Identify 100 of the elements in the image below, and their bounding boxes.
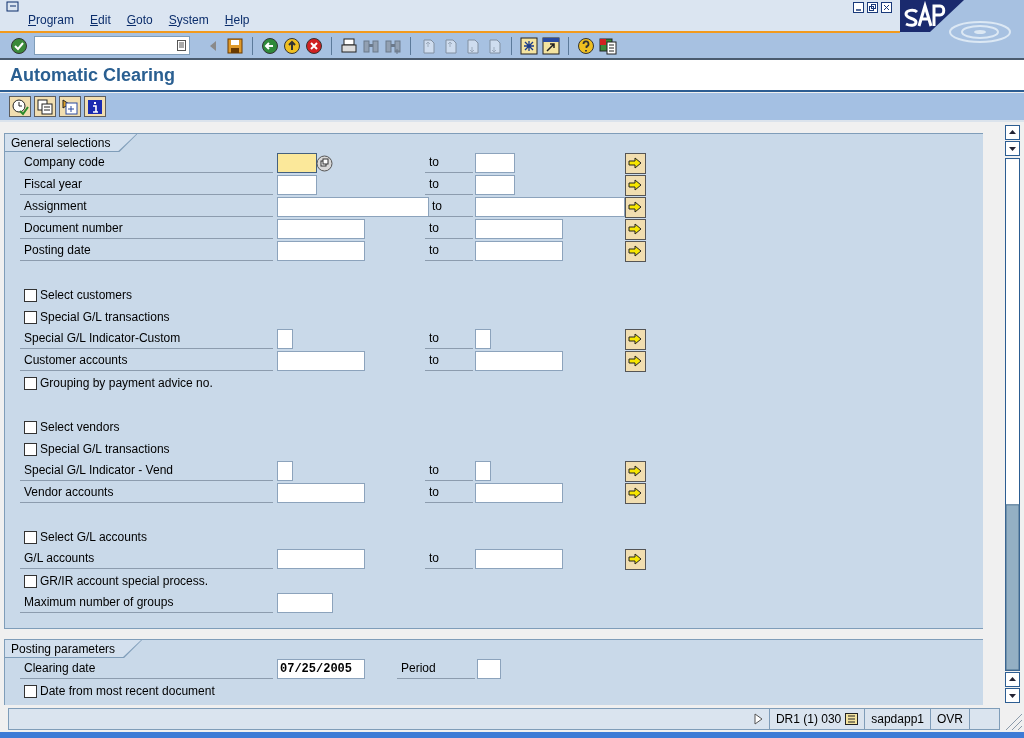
to-input[interactable] <box>475 175 515 195</box>
from-input[interactable] <box>277 175 317 195</box>
arrow-right-icon <box>628 463 643 479</box>
checkbox[interactable] <box>24 420 37 434</box>
multiple-selection-button[interactable] <box>625 152 646 174</box>
field-label: Maximum number of groups <box>20 593 273 613</box>
to-input[interactable] <box>475 461 491 481</box>
triangle-right-icon[interactable] <box>753 712 763 725</box>
checkbox-option[interactable]: Select vendors <box>20 420 120 434</box>
dropdown-icon[interactable] <box>177 40 186 51</box>
checkbox-option[interactable]: Grouping by payment advice no. <box>20 376 213 390</box>
to-label: to <box>425 549 473 569</box>
printer-icon[interactable] <box>340 36 358 55</box>
info-button[interactable] <box>84 96 106 117</box>
field-label: Company code <box>20 153 273 173</box>
to-label: to <box>425 329 473 349</box>
list-icon[interactable] <box>845 712 859 725</box>
shortcut-icon[interactable] <box>542 36 560 55</box>
from-input[interactable] <box>277 461 293 481</box>
multiple-selection-button[interactable] <box>625 174 646 196</box>
checkbox-option[interactable]: GR/IR account special process. <box>20 574 209 588</box>
checkbox-option[interactable]: Special G/L transactions <box>20 442 170 456</box>
menu-item[interactable]: Edit <box>82 13 119 27</box>
add-selection-button[interactable] <box>59 96 81 117</box>
to-input[interactable] <box>475 153 515 173</box>
checkbox[interactable] <box>24 310 37 324</box>
command-field[interactable] <box>34 36 190 55</box>
from-input[interactable] <box>277 241 365 261</box>
minimize-icon[interactable] <box>853 2 864 13</box>
scroll-up-button[interactable] <box>1005 125 1020 140</box>
restore-icon[interactable] <box>867 2 878 13</box>
from-input[interactable] <box>277 549 365 569</box>
checkbox-option[interactable]: Date from most recent document <box>20 684 215 698</box>
screen-settings-icon[interactable] <box>599 36 617 55</box>
input-mode: OVR <box>937 711 963 726</box>
arrow-right-icon <box>628 551 643 567</box>
from-input[interactable] <box>277 197 429 217</box>
multiple-selection-button[interactable] <box>625 460 646 482</box>
arrow-right-icon <box>628 243 643 259</box>
checkbox-option[interactable]: Select customers <box>20 288 133 302</box>
multiple-selection-button[interactable] <box>625 350 646 372</box>
to-input[interactable] <box>475 483 563 503</box>
checkbox[interactable] <box>24 376 37 390</box>
checkbox-option[interactable]: Select G/L accounts <box>20 530 147 544</box>
checkbox[interactable] <box>24 442 37 456</box>
copy-pages-button[interactable] <box>34 96 56 117</box>
multiple-selection-button[interactable] <box>625 328 646 350</box>
multiple-selection-button[interactable] <box>625 548 646 570</box>
checkbox[interactable] <box>24 530 37 544</box>
menu-item[interactable]: System <box>160 13 217 27</box>
cancel-icon[interactable] <box>305 36 323 55</box>
menu-item[interactable]: Help <box>216 13 258 27</box>
help-icon[interactable] <box>577 36 595 55</box>
field-label: Special G/L Indicator - Vend <box>20 461 273 481</box>
multiple-selection-button[interactable] <box>625 240 646 262</box>
period-field[interactable] <box>477 659 501 679</box>
to-label: to <box>425 153 473 173</box>
menu-item[interactable]: Goto <box>118 13 161 27</box>
value-help-icon[interactable] <box>316 154 333 172</box>
field-label: Clearing date <box>20 659 273 679</box>
input-field[interactable] <box>277 593 333 613</box>
field-label: Vendor accounts <box>20 483 273 503</box>
scroll-up-button[interactable] <box>1005 672 1020 687</box>
checkbox[interactable] <box>24 684 37 698</box>
from-input[interactable] <box>277 219 365 239</box>
field-label: Fiscal year <box>20 175 273 195</box>
clock-check-button[interactable] <box>9 96 31 117</box>
to-label: to <box>425 175 473 195</box>
floppy-icon[interactable] <box>226 36 244 55</box>
checkbox-option[interactable]: Special G/L transactions <box>20 310 170 324</box>
multiple-selection-button[interactable] <box>625 218 646 240</box>
checkbox[interactable] <box>24 574 37 588</box>
to-input[interactable] <box>475 549 563 569</box>
arrow-right-icon <box>628 221 643 237</box>
to-input[interactable] <box>475 351 563 371</box>
from-input[interactable] <box>277 351 365 371</box>
arrow-right-icon <box>628 177 643 193</box>
from-input[interactable] <box>277 483 365 503</box>
to-input[interactable] <box>475 241 563 261</box>
close-icon[interactable] <box>881 2 892 13</box>
to-input[interactable] <box>475 329 491 349</box>
from-input[interactable] <box>277 329 293 349</box>
menu-icon[interactable] <box>6 1 20 13</box>
multiple-selection-button[interactable] <box>625 482 646 504</box>
scroll-down-button[interactable] <box>1005 141 1020 156</box>
scroll-down-button[interactable] <box>1005 688 1020 703</box>
field-label: Period <box>397 659 475 679</box>
check-icon[interactable] <box>10 36 28 55</box>
from-input[interactable] <box>277 153 317 173</box>
date-field[interactable]: 07/25/2005 <box>277 659 365 679</box>
to-input[interactable] <box>475 219 563 239</box>
checkbox[interactable] <box>24 288 37 302</box>
arrow-right-icon <box>628 199 643 215</box>
to-input[interactable] <box>475 197 625 217</box>
new-window-icon[interactable] <box>520 36 538 55</box>
menu-item[interactable]: Program <box>20 13 83 27</box>
to-label: to <box>428 197 473 217</box>
screen-title: Automatic Clearing <box>10 64 176 86</box>
server-name: sapdapp1 <box>871 711 924 726</box>
multiple-selection-button[interactable] <box>625 196 646 218</box>
